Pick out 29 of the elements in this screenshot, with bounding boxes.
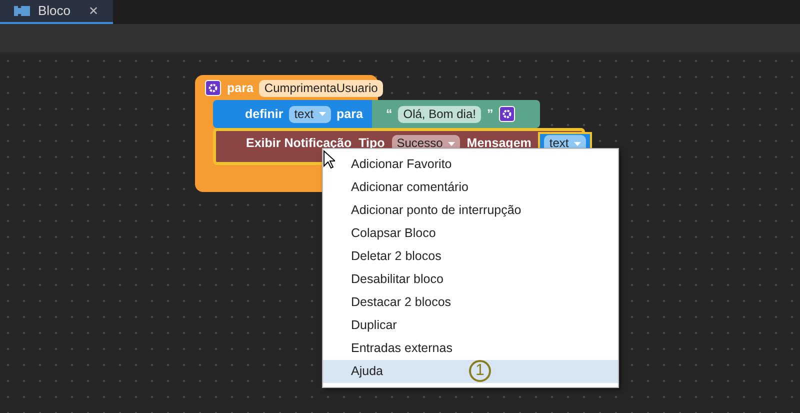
- text-value-field[interactable]: Olá, Bom dia!: [398, 106, 481, 122]
- block-icon: [14, 6, 30, 16]
- caret-icon: [448, 142, 455, 146]
- menu-item[interactable]: Desabilitar bloco: [323, 268, 618, 291]
- settings-icon[interactable]: [205, 80, 221, 96]
- block-keyword: Exibir Notificação: [246, 135, 352, 152]
- tab[interactable]: Bloco ✕: [0, 0, 113, 24]
- block-keyword: Mensagem: [466, 135, 532, 152]
- menu-item[interactable]: Adicionar Favorito: [323, 153, 618, 176]
- settings-icon[interactable]: [499, 106, 516, 122]
- menu-item[interactable]: Colapsar Bloco: [323, 222, 618, 245]
- close-icon[interactable]: ✕: [88, 2, 99, 20]
- block-keyword: para: [227, 80, 254, 97]
- caret-icon: [318, 112, 326, 116]
- menu-item[interactable]: Adicionar ponto de interrupção: [323, 199, 618, 222]
- block-keyword: Tipo: [358, 135, 385, 152]
- annotation-marker: 1: [469, 360, 491, 382]
- menu-item[interactable]: Adicionar comentário: [323, 176, 618, 199]
- procedure-name-field[interactable]: CumprimentaUsuario: [259, 80, 383, 96]
- block-keyword: definir: [245, 106, 284, 123]
- menu-item[interactable]: Entradas externas: [323, 337, 618, 360]
- quote-mark: “: [386, 106, 392, 123]
- quote-mark: ”: [486, 106, 494, 123]
- block-keyword: para: [336, 106, 363, 123]
- menu-item[interactable]: Duplicar: [323, 314, 618, 337]
- variable-dropdown[interactable]: text: [289, 106, 331, 122]
- menu-item[interactable]: Deletar 2 blocos: [323, 245, 618, 268]
- menu-item[interactable]: Destacar 2 blocos: [323, 291, 618, 314]
- caret-icon: [574, 142, 581, 146]
